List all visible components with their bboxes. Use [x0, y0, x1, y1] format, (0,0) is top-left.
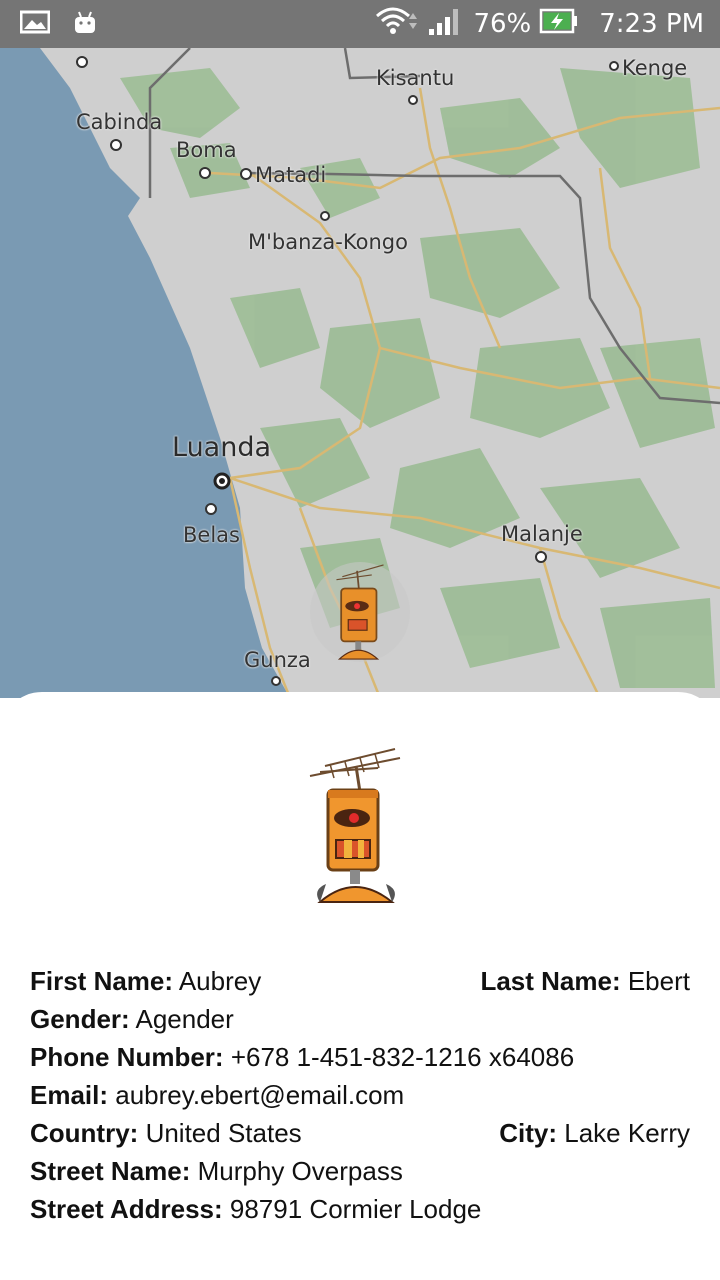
battery-charging-icon [539, 7, 579, 42]
email-value: aubrey.ebert@email.com [115, 1080, 405, 1110]
profile-sheet: First Name: Aubrey Last Name: Ebert Gend… [0, 692, 720, 1280]
last-name-field: Last Name: Ebert [480, 962, 690, 1000]
street-address-value: 98791 Cormier Lodge [229, 1194, 482, 1224]
last-name-label: Last Name: [480, 966, 621, 996]
robot-marker-icon [336, 564, 384, 660]
street-address-row: Street Address: 98791 Cormier Lodge [30, 1190, 690, 1228]
map-label-cabinda: Cabinda [76, 110, 163, 134]
android-notification-icon [72, 9, 98, 39]
email-label: Email: [30, 1080, 109, 1110]
gender-value: Agender [135, 1004, 234, 1034]
robot-avatar-icon [300, 744, 420, 914]
image-notification-icon [19, 10, 51, 38]
name-row: First Name: Aubrey Last Name: Ebert [30, 962, 690, 1000]
wifi-icon [375, 5, 419, 44]
first-name-value: Aubrey [178, 966, 262, 996]
map-label-gunza: Gunza [244, 648, 311, 672]
map-marker-robot[interactable] [310, 562, 410, 662]
map-label-matadi: Matadi [255, 163, 327, 187]
country-label: Country: [30, 1118, 139, 1148]
email-row: Email: aubrey.ebert@email.com [30, 1076, 690, 1114]
profile-details: First Name: Aubrey Last Name: Ebert Gend… [30, 962, 690, 1228]
street-name-label: Street Name: [30, 1156, 191, 1186]
last-name-value: Ebert [627, 966, 690, 996]
gender-row: Gender: Agender [30, 1000, 690, 1038]
map-label-kisantu: Kisantu [376, 66, 455, 90]
battery-percent: 76% [473, 9, 532, 39]
map-label-boma: Boma [176, 138, 237, 162]
first-name-field: First Name: Aubrey [30, 962, 261, 1000]
status-bar: 76% 7:23 PM [0, 0, 720, 48]
phone-value: +678 1-451-832-1216 x64086 [230, 1042, 575, 1072]
map-label-belas: Belas [183, 523, 240, 547]
street-name-value: Murphy Overpass [197, 1156, 403, 1186]
phone-label: Phone Number: [30, 1042, 224, 1072]
map-label-mbanza-kongo: M'banza-Kongo [248, 230, 408, 254]
city-value: Lake Kerry [564, 1118, 690, 1148]
map-label-malanje: Malanje [501, 522, 583, 546]
location-row: Country: United States City: Lake Kerry [30, 1114, 690, 1152]
phone-row: Phone Number: +678 1-451-832-1216 x64086 [30, 1038, 690, 1076]
map-label-kenge: Kenge [622, 56, 688, 80]
first-name-label: First Name: [30, 966, 174, 996]
map-label-luanda: Luanda [172, 432, 272, 463]
cell-signal-icon [427, 5, 461, 44]
street-address-label: Street Address: [30, 1194, 223, 1224]
street-name-row: Street Name: Murphy Overpass [30, 1152, 690, 1190]
country-value: United States [145, 1118, 302, 1148]
gender-label: Gender: [30, 1004, 130, 1034]
clock: 7:23 PM [599, 9, 704, 39]
city-label: City: [499, 1118, 558, 1148]
map-view[interactable]: Kisantu Kenge Cabinda Boma Matadi M'banz… [0, 48, 720, 698]
